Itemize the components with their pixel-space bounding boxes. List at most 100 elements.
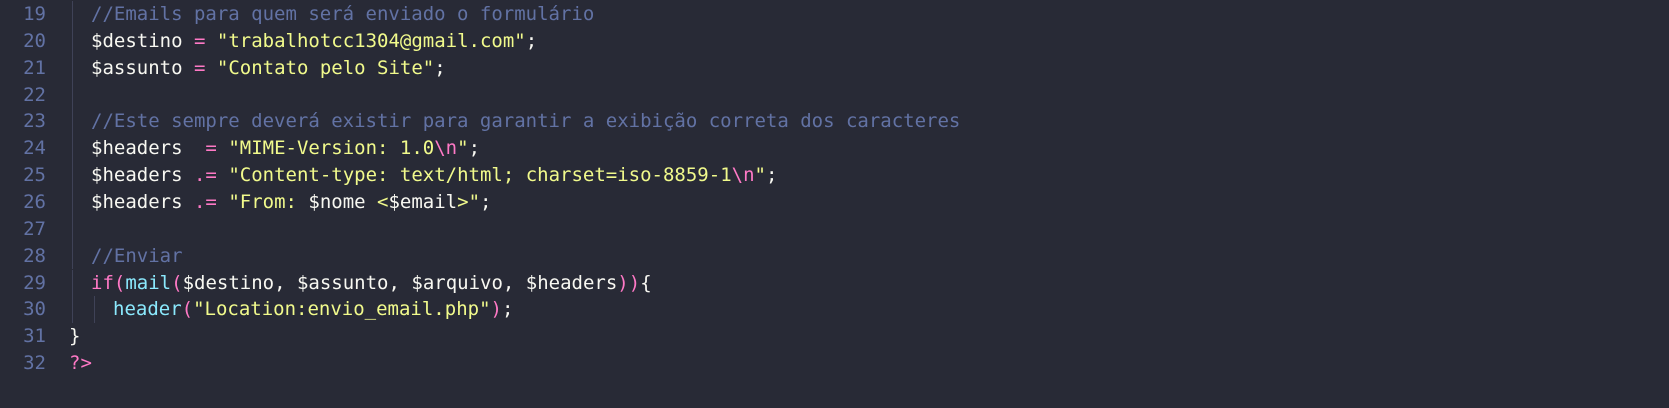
code-line[interactable]: 29 if(mail($destino, $assunto, $arquivo, … xyxy=(0,269,1669,297)
code-token: ) xyxy=(617,271,629,294)
indent-guide xyxy=(72,108,73,136)
code-line[interactable]: 32 ?> xyxy=(0,350,1669,377)
code-token: .= xyxy=(193,190,217,213)
line-number: 26 xyxy=(23,190,46,213)
code-token: $assunto xyxy=(91,56,183,79)
code-token: ; xyxy=(501,298,514,321)
code-content: header("Location:envio_email.php"); xyxy=(113,296,513,323)
indent-guide xyxy=(72,1,73,28)
indent-guide xyxy=(72,296,73,324)
code-token: ( xyxy=(171,271,183,294)
code-token: $nome xyxy=(308,190,366,213)
code-editor[interactable]: 19 //Emails para quem será enviado o form… xyxy=(0,0,1669,408)
code-content: $headers .= "From: $nome <$email>"; xyxy=(91,189,491,216)
code-token: $headers xyxy=(91,164,183,187)
code-token: if xyxy=(91,271,114,294)
line-number: 21 xyxy=(23,56,46,79)
code-token: "Location:envio_email.php" xyxy=(193,298,491,321)
code-token: ) xyxy=(490,298,502,321)
line-number: 29 xyxy=(23,271,46,294)
code-token: ; xyxy=(480,190,492,213)
code-content: } xyxy=(69,323,80,350)
code-content: //Enviar xyxy=(91,243,183,270)
code-token: { xyxy=(640,271,652,294)
code-content: ?> xyxy=(69,350,92,377)
code-line[interactable]: 30 header("Location:envio_email.php"); xyxy=(0,296,1669,324)
code-token: "Content-type: text/html; charset=iso-88… xyxy=(228,164,732,187)
code-token: = xyxy=(193,29,206,52)
code-token: ( xyxy=(181,298,194,321)
code-line[interactable]: 28 //Enviar xyxy=(0,242,1669,270)
code-line[interactable]: 26 $headers .= "From: $nome <$email>"; xyxy=(0,188,1669,216)
code-token: ?> xyxy=(69,352,92,375)
code-token: " xyxy=(754,164,766,187)
code-token: $destino xyxy=(91,29,183,52)
code-token: $headers xyxy=(525,271,618,294)
code-token: //Este sempre deverá existir para garant… xyxy=(91,110,961,133)
code-line[interactable]: 22 xyxy=(0,81,1669,109)
line-number: 20 xyxy=(23,29,46,52)
code-token: ) xyxy=(628,271,641,294)
code-token: ; xyxy=(434,56,446,79)
code-content: if(mail($destino, $assunto, $arquivo, $h… xyxy=(91,270,652,297)
code-content: //Este sempre deverá existir para garant… xyxy=(91,108,960,135)
code-token: = xyxy=(205,137,217,160)
indent-guide xyxy=(72,54,73,82)
code-token: //Emails para quem será enviado o formul… xyxy=(91,3,595,25)
code-token: $headers xyxy=(91,190,183,213)
code-token: = xyxy=(193,56,206,79)
indent-guide xyxy=(72,135,73,163)
code-token: ; xyxy=(468,137,481,160)
line-number: 28 xyxy=(23,244,46,267)
code-token: $assunto xyxy=(296,271,389,294)
code-token: //Enviar xyxy=(91,244,183,267)
indent-guide xyxy=(94,296,95,324)
code-line[interactable]: 24 $headers = "MIME-Version: 1.0\n"; xyxy=(0,135,1669,163)
code-token: } xyxy=(69,325,81,348)
code-token: , xyxy=(274,271,297,294)
code-token: ; xyxy=(765,164,778,187)
code-content: //Emails para quem será enviado o formul… xyxy=(91,1,594,28)
code-line[interactable]: 21 $assunto = "Contato pelo Site"; xyxy=(0,54,1669,82)
indent-guide xyxy=(72,242,73,270)
line-number: 23 xyxy=(23,110,46,133)
code-token: >" xyxy=(457,190,481,213)
code-token: mail xyxy=(125,271,172,294)
indent-guide xyxy=(72,269,73,297)
code-token: $arquivo xyxy=(411,271,503,294)
code-token: , xyxy=(388,271,412,294)
indent-guide xyxy=(72,188,73,216)
code-line[interactable]: 20 $destino = "trabalhotcc1304@gmail.com"… xyxy=(0,27,1669,55)
code-token: $destino xyxy=(182,271,275,294)
code-token: "MIME-Version: 1.0 xyxy=(228,137,435,160)
code-token: < xyxy=(365,190,389,213)
code-content: $destino = "trabalhotcc1304@gmail.com"; xyxy=(91,28,537,55)
line-number: 25 xyxy=(23,164,46,187)
indent-guide xyxy=(72,27,73,55)
code-line[interactable]: 27 xyxy=(0,215,1669,243)
code-token: "Contato pelo Site" xyxy=(216,56,435,79)
code-token: $headers xyxy=(91,137,183,160)
code-token: \n xyxy=(434,137,458,160)
code-line[interactable]: 19 //Emails para quem será enviado o form… xyxy=(0,1,1669,28)
code-token: \n xyxy=(731,164,755,187)
indent-guide xyxy=(72,81,73,109)
code-line[interactable]: 31} xyxy=(0,323,1669,350)
indent-guide xyxy=(72,215,73,243)
code-line[interactable]: 25 $headers .= "Content-type: text/html; … xyxy=(0,162,1669,189)
code-content: $assunto = "Contato pelo Site"; xyxy=(91,55,446,82)
code-token: header xyxy=(113,298,182,321)
code-line[interactable]: 23 //Este sempre deverá existir para gara… xyxy=(0,108,1669,136)
code-token: $email xyxy=(388,190,458,213)
indent-guide xyxy=(72,162,73,189)
line-number: 30 xyxy=(23,298,46,321)
